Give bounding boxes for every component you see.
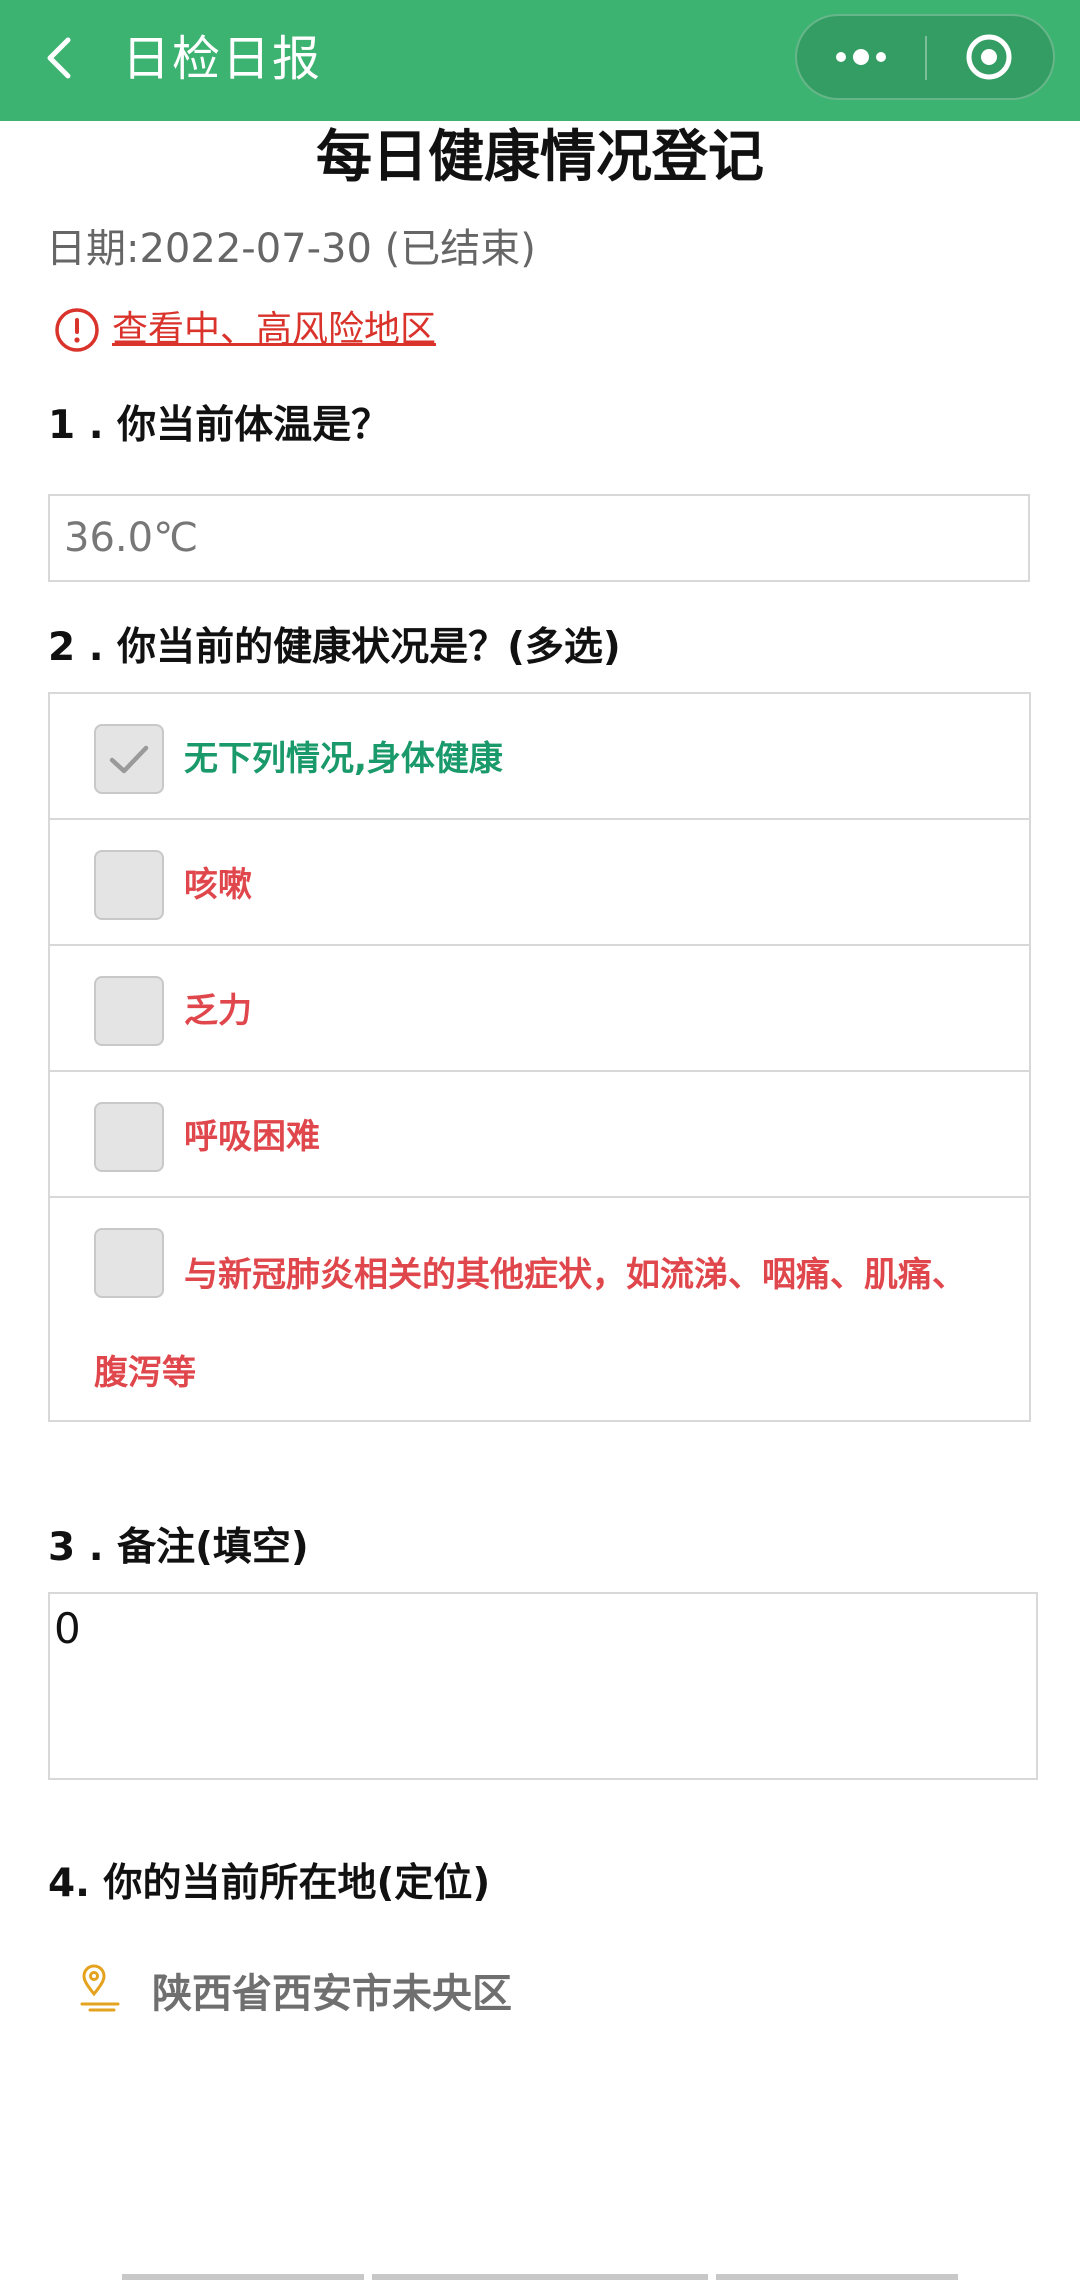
checkbox-checked[interactable] (94, 724, 164, 794)
indicator-bar (716, 2274, 958, 2280)
page-header-title: 日检日报 (122, 31, 323, 87)
checkbox[interactable] (94, 1102, 164, 1172)
bottom-indicator (0, 2274, 1080, 2282)
question-2-label: 2 . 你当前的健康状况是？(多选) (48, 625, 621, 670)
form-title: 每日健康情况登记 (316, 125, 764, 190)
question-3-label: 3 . 备注(填空) (48, 1525, 309, 1570)
list-item[interactable]: 与新冠肺炎相关的其他症状，如流涕、咽痛、肌痛、腹泻等 (50, 1198, 1029, 1420)
list-item[interactable]: 呼吸困难 (50, 1072, 1029, 1198)
nav-bar: 日检日报 (0, 0, 1080, 121)
more-button[interactable] (797, 16, 925, 98)
more-dots-icon (836, 49, 886, 65)
location-text: 陕西省西安市未央区 (152, 1971, 512, 2017)
option-label: 乏力 (184, 991, 252, 1031)
option-label: 无下列情况,身体健康 (184, 739, 503, 779)
option-label: 呼吸困难 (184, 1117, 320, 1157)
target-close-icon (966, 34, 1012, 80)
chevron-left-icon (47, 37, 71, 79)
temperature-input[interactable]: 36.0℃ (48, 494, 1030, 582)
date-line: 日期:2022-07-30 (已结束) (46, 226, 536, 272)
location-display: 陕西省西安市未央区 (78, 1950, 512, 2030)
indicator-bar (122, 2274, 364, 2280)
option-label: 咳嗽 (184, 865, 252, 905)
back-button[interactable] (36, 28, 86, 88)
risk-area-link-text: 查看中、高风险地区 (112, 309, 437, 350)
option-label: 与新冠肺炎相关的其他症状，如流涕、咽痛、肌痛、腹泻等 (94, 1255, 966, 1393)
list-item[interactable]: 乏力 (50, 946, 1029, 1072)
alert-circle-icon (55, 308, 99, 352)
list-item[interactable]: 咳嗽 (50, 820, 1029, 946)
health-status-list: 无下列情况,身体健康 咳嗽 乏力 呼吸困难 与新冠肺炎相关的其他症状，如流涕、咽… (48, 692, 1031, 1422)
question-4-label: 4. 你的当前所在地(定位) (48, 1861, 491, 1906)
remark-textarea[interactable]: 0 (48, 1592, 1038, 1780)
checkmark-icon (109, 745, 149, 774)
capsule-divider (925, 36, 927, 80)
list-item[interactable]: 无下列情况,身体健康 (50, 694, 1029, 820)
checkbox[interactable] (94, 850, 164, 920)
location-pin-icon (80, 1964, 120, 2012)
close-button[interactable] (929, 16, 1053, 98)
checkbox[interactable] (94, 976, 164, 1046)
risk-area-link[interactable]: 查看中、高风险地区 (54, 300, 436, 360)
question-1-label: 1 . 你当前体温是？ (48, 403, 391, 448)
mini-program-capsule (795, 14, 1055, 100)
indicator-bar (372, 2274, 708, 2280)
